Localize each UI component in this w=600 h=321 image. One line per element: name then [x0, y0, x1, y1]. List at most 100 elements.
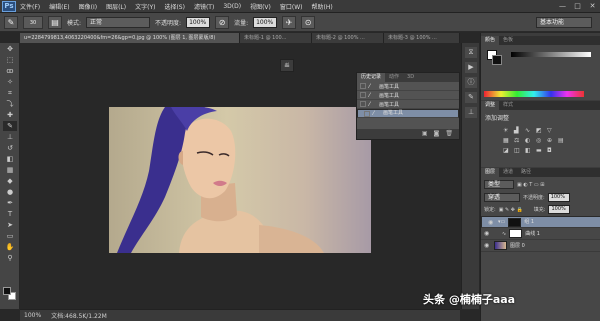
tab-document[interactable]: u=2284799813,4063220400&fm=26&gp=0.jpg @… — [20, 33, 240, 43]
menu-image[interactable]: 图像(I) — [79, 2, 97, 11]
layer-filter-select[interactable]: 类型 — [484, 180, 514, 189]
healing-tool-icon[interactable]: ✚ — [3, 110, 17, 120]
blur-tool-icon[interactable]: ◆ — [3, 176, 17, 186]
marquee-tool-icon[interactable]: ⬚ — [3, 55, 17, 65]
close-button[interactable]: ✕ — [587, 1, 598, 11]
workspace-select[interactable]: 基本功能 — [536, 17, 592, 28]
invert-icon[interactable]: ◪ — [503, 147, 511, 155]
history-item[interactable]: ⁄ 画笔工具 — [357, 100, 459, 109]
brush-preset-icon[interactable]: ✎ — [4, 15, 18, 29]
hue-icon[interactable]: ▦ — [503, 137, 511, 145]
history-checkbox[interactable] — [360, 83, 366, 89]
menu-view[interactable]: 视图(V) — [250, 2, 271, 11]
layer-row-group[interactable]: ◉ ▾▭ 组 1 — [481, 216, 600, 228]
layer-row-image[interactable]: ◉ 图层 0 — [481, 240, 600, 252]
history-brush-tool-icon[interactable]: ↺ — [3, 143, 17, 153]
menu-filter[interactable]: 滤镜(T) — [194, 2, 214, 11]
gradient-tool-icon[interactable]: ▦ — [3, 165, 17, 175]
tab-paths[interactable]: 路径 — [517, 168, 535, 177]
selective-color-icon[interactable]: ◘ — [547, 147, 555, 155]
menu-help[interactable]: 帮助(H) — [312, 2, 333, 11]
tab-actions[interactable]: 动作 — [385, 73, 403, 82]
bw-icon[interactable]: ◐ — [525, 137, 533, 145]
tab-history[interactable]: 历史记录 — [357, 73, 386, 82]
zoom-level[interactable]: 100% — [24, 312, 41, 319]
curves-icon[interactable]: ∿ — [525, 127, 533, 135]
info-dock-icon[interactable]: ⓘ — [465, 77, 477, 88]
maximize-button[interactable]: □ — [572, 1, 583, 11]
dodge-tool-icon[interactable]: ● — [3, 187, 17, 197]
pressure-opacity-icon[interactable]: ⊘ — [215, 15, 230, 29]
tab-channels[interactable]: 通道 — [499, 168, 517, 177]
hand-tool-icon[interactable]: ✋ — [3, 242, 17, 252]
eye-icon[interactable]: ◉ — [484, 230, 491, 237]
bg-color-chip[interactable] — [492, 55, 502, 65]
lookup-icon[interactable]: ▤ — [558, 137, 566, 145]
stamp-tool-icon[interactable]: ⊥ — [3, 132, 17, 142]
photo-filter-icon[interactable]: ◎ — [536, 137, 544, 145]
actions-dock-icon[interactable]: ▶ — [465, 62, 477, 73]
pressure-size-icon[interactable]: ⊙ — [301, 15, 316, 29]
brush-panel-float-icon[interactable]: ≝ — [280, 59, 294, 72]
brush-size-picker[interactable]: 30 — [23, 15, 43, 29]
history-checkbox[interactable] — [360, 101, 366, 107]
opacity-field[interactable]: 100% — [186, 16, 211, 28]
posterize-icon[interactable]: ◫ — [514, 147, 522, 155]
brush-panel-icon[interactable]: ▤ — [48, 15, 62, 29]
tab-layers[interactable]: 图层 — [481, 168, 500, 177]
lock-icons[interactable]: ▣ ✎ ✥ 🔒 — [499, 207, 523, 213]
history-checkbox[interactable] — [360, 92, 366, 98]
eyedropper-tool-icon[interactable]: ⤵ — [3, 99, 17, 109]
path-select-tool-icon[interactable]: ➤ — [3, 220, 17, 230]
lasso-tool-icon[interactable]: ꝏ — [3, 66, 17, 76]
eye-icon[interactable]: ◉ — [484, 242, 491, 249]
eye-icon[interactable]: ◉ — [488, 218, 495, 227]
layer-opacity-field[interactable]: 100% — [547, 193, 570, 202]
move-tool-icon[interactable]: ✥ — [3, 44, 17, 54]
shape-tool-icon[interactable]: ▭ — [3, 231, 17, 241]
history-item-selected[interactable]: ⁄ 画笔工具 — [357, 109, 459, 118]
menu-3d[interactable]: 3D(D) — [223, 3, 241, 10]
blend-mode-select[interactable]: 穿透 — [484, 193, 520, 202]
history-item[interactable]: ⁄ 画笔工具 — [357, 82, 459, 91]
tab-color[interactable]: 颜色 — [481, 36, 500, 45]
tab-adjustments[interactable]: 调整 — [481, 101, 500, 110]
foreground-color-swatch[interactable] — [3, 287, 11, 295]
channel-mixer-icon[interactable]: ⊕ — [547, 137, 555, 145]
fill-field[interactable]: 100% — [548, 205, 571, 214]
menu-layer[interactable]: 图层(L) — [106, 2, 126, 11]
crop-tool-icon[interactable]: ⌗ — [3, 88, 17, 98]
tab-styles[interactable]: 样式 — [499, 101, 517, 110]
brush-tool-icon[interactable]: ✎ — [3, 121, 17, 131]
gradient-map-icon[interactable]: ▬ — [536, 147, 544, 155]
levels-icon[interactable]: ▟ — [514, 127, 522, 135]
tab-3d[interactable]: 3D — [403, 73, 418, 82]
snapshot-icon[interactable]: ◙ — [434, 129, 440, 139]
pen-tool-icon[interactable]: ✒ — [3, 198, 17, 208]
tab-untitled-2[interactable]: 未标题-2 @ 100% ... — [312, 33, 384, 43]
layer-row-curves[interactable]: ◉ ∿ 曲线 1 — [481, 228, 600, 240]
zoom-tool-icon[interactable]: ⚲ — [3, 253, 17, 263]
brightness-icon[interactable]: ☀ — [503, 127, 511, 135]
exposure-icon[interactable]: ◩ — [536, 127, 544, 135]
color-spectrum[interactable] — [484, 91, 584, 97]
mode-select[interactable]: 正常 — [86, 16, 151, 28]
brush-dock-icon[interactable]: ✎ — [465, 92, 477, 103]
history-item[interactable]: ⁄ 画笔工具 — [357, 91, 459, 100]
menu-select[interactable]: 选择(S) — [164, 2, 185, 11]
vibrance-icon[interactable]: ▽ — [547, 127, 555, 135]
menu-edit[interactable]: 编辑(E) — [49, 2, 69, 11]
tab-swatches[interactable]: 色板 — [499, 36, 517, 45]
menu-type[interactable]: 文字(Y) — [135, 2, 155, 11]
document-image[interactable] — [109, 107, 371, 253]
tab-untitled-3[interactable]: 未标题-3 @ 100% ... — [384, 33, 460, 43]
flow-field[interactable]: 100% — [253, 16, 278, 28]
tab-untitled-1[interactable]: 未标题-1 @ 100... — [240, 33, 312, 43]
quick-select-tool-icon[interactable]: ✧ — [3, 77, 17, 87]
threshold-icon[interactable]: ◧ — [525, 147, 533, 155]
menu-window[interactable]: 窗口(W) — [280, 2, 303, 11]
new-document-icon[interactable]: ▣ — [422, 129, 428, 139]
color-balance-icon[interactable]: ⚖ — [514, 137, 522, 145]
type-tool-icon[interactable]: T — [3, 209, 17, 219]
history-checkbox[interactable] — [364, 110, 370, 117]
